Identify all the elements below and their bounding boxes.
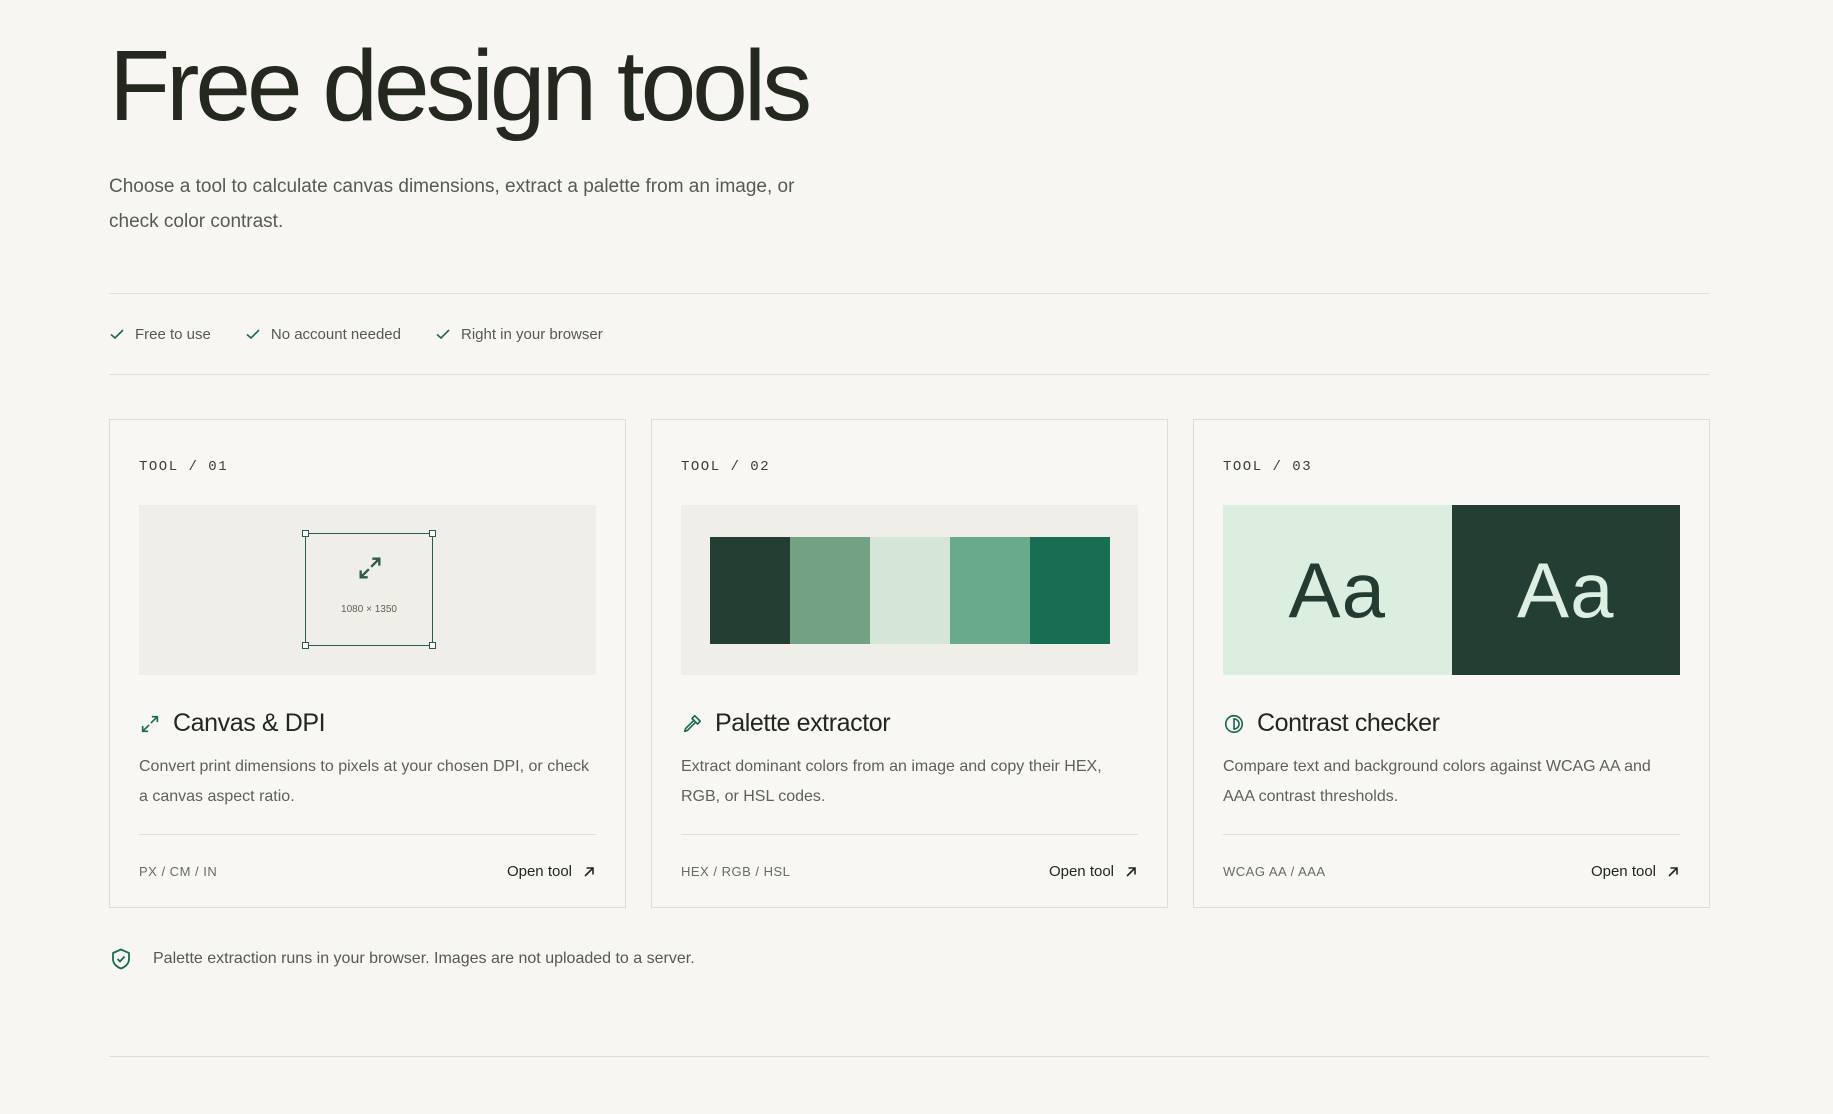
- divider: [109, 1056, 1709, 1057]
- open-tool-label: Open tool: [1048, 863, 1114, 880]
- tool-card-contrast[interactable]: TOOL / 03 Aa Aa Contrast checker Compare…: [1193, 419, 1710, 908]
- open-tool-label: Open tool: [1590, 863, 1656, 880]
- feature-item: Right in your browser: [435, 326, 603, 343]
- arrow-up-right-icon: [1126, 866, 1136, 877]
- eyedropper-icon: [681, 713, 703, 735]
- canvas-dimensions: 1080 × 1350: [341, 604, 397, 615]
- tool-description: Compare text and background colors again…: [1223, 758, 1651, 805]
- feature-label: No account needed: [270, 325, 401, 343]
- swatch-row: [710, 537, 1110, 644]
- tool-title: Contrast checker: [1257, 709, 1440, 737]
- resize-arrows-icon: [359, 557, 381, 579]
- privacy-note: Palette extraction runs in your browser.…: [109, 947, 1709, 971]
- tool-units: HEX / RGB / HSL: [681, 864, 791, 879]
- check-icon: [436, 329, 450, 340]
- open-tool-link[interactable]: Open tool: [1591, 863, 1680, 880]
- tool-units: PX / CM / IN: [139, 864, 218, 879]
- open-tool-link[interactable]: Open tool: [507, 863, 596, 880]
- card-footer: HEX / RGB / HSL Open tool: [681, 834, 1138, 908]
- palette-preview: [681, 505, 1138, 675]
- contrast-sample-light: Aa: [1223, 505, 1452, 675]
- page-lead: Choose a tool to calculate canvas dimens…: [109, 176, 795, 232]
- tool-card-palette[interactable]: TOOL / 02 Palette extractor Extract domi…: [651, 419, 1168, 908]
- tool-description: Extract dominant colors from an image an…: [681, 758, 1102, 805]
- tool-description: Convert print dimensions to pixels at yo…: [139, 758, 589, 805]
- feature-label: Right in your browser: [460, 325, 603, 343]
- tool-units: WCAG AA / AAA: [1223, 864, 1326, 879]
- check-icon: [246, 329, 260, 340]
- tool-cards: TOOL / 01 1080 × 1350 Canvas & DPI Conve…: [109, 419, 1710, 908]
- color-swatch: [710, 537, 790, 644]
- card-footer: PX / CM / IN Open tool: [139, 834, 596, 908]
- privacy-note-text: Palette extraction runs in your browser.…: [153, 950, 695, 967]
- canvas-preview: 1080 × 1350: [139, 505, 596, 675]
- feature-item: No account needed: [245, 326, 401, 343]
- check-icon: [110, 329, 124, 340]
- tool-number: TOOL / 02: [681, 459, 771, 475]
- page-title: Free design tools: [109, 30, 812, 142]
- arrow-up-right-icon: [584, 866, 594, 877]
- feature-item: Free to use: [109, 326, 211, 343]
- card-footer: WCAG AA / AAA Open tool: [1223, 834, 1680, 908]
- open-tool-label: Open tool: [506, 863, 572, 880]
- color-swatch: [870, 537, 950, 644]
- feature-list: Free to use No account needed Right in y…: [109, 294, 1709, 374]
- divider: [109, 374, 1709, 375]
- color-swatch: [790, 537, 870, 644]
- tool-title: Palette extractor: [715, 709, 891, 737]
- shield-check-icon: [112, 948, 130, 970]
- contrast-icon: [1223, 713, 1245, 735]
- resize-arrows-icon: [139, 713, 161, 735]
- tool-card-canvas[interactable]: TOOL / 01 1080 × 1350 Canvas & DPI Conve…: [109, 419, 626, 908]
- open-tool-link[interactable]: Open tool: [1049, 863, 1138, 880]
- contrast-preview: Aa Aa: [1223, 505, 1680, 675]
- page: Free design tools Choose a tool to calcu…: [109, 0, 1710, 1057]
- feature-label: Free to use: [135, 325, 211, 343]
- arrow-up-right-icon: [1668, 866, 1678, 877]
- color-swatch: [950, 537, 1030, 644]
- tool-title: Canvas & DPI: [173, 709, 326, 737]
- canvas-frame: 1080 × 1350: [302, 530, 436, 649]
- color-swatch: [1030, 537, 1110, 644]
- contrast-sample-dark: Aa: [1451, 505, 1680, 675]
- tool-number: TOOL / 01: [139, 459, 229, 475]
- tool-number: TOOL / 03: [1223, 459, 1313, 475]
